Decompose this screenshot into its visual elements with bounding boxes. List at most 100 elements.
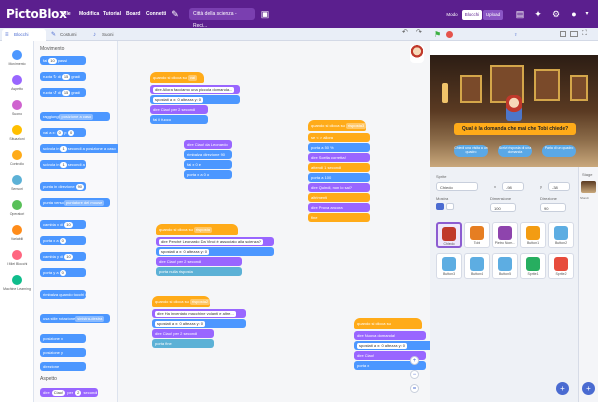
block-text[interactable]: spostati a x: 0 altezza y: 0 [155,321,206,327]
stage-pane[interactable] [578,167,598,402]
script-block-s2-1[interactable]: rimbalza direzione 90 [184,150,232,159]
block-input[interactable]: 15 [61,74,71,80]
script-block-s5-6[interactable]: altrimenti [308,193,370,202]
script-block-s3-0[interactable]: dire Perché Leonardo Da Vinci è associat… [156,237,274,246]
palette-block-14[interactable]: usa stile rotazione sinistra-destra [40,314,110,323]
script-block-s1-3[interactable]: fai il fuoco [150,115,208,124]
answer-option-3[interactable]: Parla di un quadro [542,145,576,157]
palette-block-0[interactable]: fai 10 passi [40,56,86,65]
script-block-s2-2[interactable]: fai x 0 e [184,160,232,169]
lightbulb-icon[interactable]: ✦ [533,9,543,19]
chat-icon[interactable]: ▤ [515,9,525,19]
block-text[interactable]: dire Ha inventato macchine volanti e alt… [155,311,236,317]
palette-block-9[interactable]: cambia x di 10 [40,220,86,229]
menu-edit[interactable]: Modifica [79,11,99,17]
add-backdrop-button[interactable]: + [582,382,595,395]
palette-block-15[interactable]: posizione x [40,334,86,343]
block-input[interactable]: 0 [59,270,66,276]
palette-block-6[interactable]: scivola in1secondi a x: [40,160,86,169]
menu-connect[interactable]: Connetti [146,11,166,17]
account-icon[interactable]: ● [569,9,579,19]
script-block-s2-0[interactable]: dire Ciao! da Leonardo [184,140,232,149]
block-dropdown[interactable]: puntatore del mouse [63,200,105,206]
app-logo[interactable]: PictoBlox [6,7,67,21]
sprite-thumb-2[interactable]: Pietro Nom... [492,222,518,248]
script-block-s3-1[interactable]: spostati a x: 0 altezza y: 0 [156,247,274,256]
gear-icon[interactable]: ⚙ [551,9,561,19]
block-text[interactable]: spostati a x: 0 altezza y: 0 [159,249,210,255]
script-block-s5-3[interactable]: attendi 1 secondi [308,163,370,172]
sprite-thumb-4[interactable]: Button2 [548,222,574,248]
hat-block-s1[interactable]: quando si clicca su vai [150,72,204,83]
category-3[interactable]: Situazioni [0,123,34,147]
hat-dropdown[interactable]: risposta2 [189,299,210,305]
project-title-field[interactable]: Città della scienza - Reci... [189,8,255,29]
sprite-name-input[interactable]: Chiedo [436,182,478,191]
hat-block-s7[interactable]: quando si clicca su [354,318,422,329]
sprite-thumb-8[interactable]: Sprite1 [520,253,546,279]
green-flag-icon[interactable]: ⚑ [434,30,441,39]
script-block-s5-1[interactable]: porta a 50 % [308,143,370,152]
block-text[interactable]: dire Perché Leonardo Da Vinci è associat… [159,239,263,245]
block-input[interactable]: 0 [68,130,75,136]
category-8[interactable]: I Miei Blocchi [0,248,34,272]
script-block-s2-3[interactable]: porta x a 0 o [184,170,232,179]
script-block-s3-3[interactable]: porta nulla risposta [156,267,242,276]
script-block-s5-5[interactable]: dire Quindi, non lo sai? [308,183,370,192]
chevron-down-icon[interactable]: ▾ [582,9,592,19]
block-text[interactable]: spostati a x: 0 altezza y: 0 [153,97,204,103]
script-block-s5-8[interactable]: fine [308,213,370,222]
category-6[interactable]: Operatori [0,198,34,222]
menu-file[interactable]: File [62,11,71,17]
sprite-thumb-7[interactable]: Button5 [492,253,518,279]
block-input[interactable]: 1 [60,146,67,152]
script-block-s4-3[interactable]: porta fine [152,339,214,348]
menu-boards[interactable]: Board [126,11,140,17]
hat-block-s4[interactable]: quando si clicca su risposta2 [152,296,210,307]
menu-tutorials[interactable]: Tutorial [103,11,121,17]
category-9[interactable]: Machine Learning [0,273,34,297]
block-dropdown[interactable]: sinistra-destra [75,316,105,322]
palette-block-17[interactable]: direzione [40,362,86,371]
category-7[interactable]: Variabili [0,223,34,247]
zoom-out-icon[interactable]: − [410,370,419,379]
palette-block-1[interactable]: ruota ↻ di 15 gradi [40,72,86,81]
sprite-thumb-0[interactable]: Chiedo [436,222,462,248]
tab-code[interactable]: ≡ Blocchi [2,29,46,41]
save-icon[interactable]: ▣ [260,9,270,19]
script-block-s3-2[interactable]: dire Ciao! per 2 secondi [156,257,242,266]
zoom-reset-icon[interactable]: = [410,384,419,393]
block-dropdown[interactable]: posizione a caso [59,114,94,120]
palette-block-16[interactable]: posizione y [40,348,86,357]
stop-icon[interactable] [446,31,453,38]
block-input[interactable]: 10 [64,222,73,228]
stage[interactable]: Qual è la domanda che mai che Tobi chied… [430,55,598,167]
script-block-s5-7[interactable]: dire Prova ancora [308,203,370,212]
block-text[interactable]: spostati a x: 0 altezza y: 0 [357,343,408,349]
script-block-s7-0[interactable]: dire Nuova domanda! [354,331,426,340]
undo-icon[interactable]: ↶ [402,28,408,36]
hat-block-s3[interactable]: quando si clicca su risposta [156,224,238,235]
palette-block-13[interactable]: rimbalza quando tocchi il bordo [40,290,86,299]
backdrop-thumbnail[interactable] [581,181,596,193]
normal-stage-icon[interactable] [570,31,578,37]
palette-block-say[interactable]: dire Ciao! per 2 secondi [40,388,98,397]
small-stage-icon[interactable] [560,31,566,37]
sprite-thumb-1[interactable]: Tobi [464,222,490,248]
x-input[interactable]: -98 [502,182,524,191]
script-block-s5-0[interactable]: se < > allora [308,133,370,142]
hat-dropdown[interactable]: risposta [193,227,212,233]
tab-sounds[interactable]: ♪ Suoni [90,29,128,41]
sprite-thumb-6[interactable]: Button4 [464,253,490,279]
block-input[interactable]: 10 [48,58,57,64]
upload-firmware-icon[interactable]: ⇪ [514,32,517,37]
palette-block-10[interactable]: porta x a0 [40,236,86,245]
palette-block-8[interactable]: punta verso puntatore del mouse [40,198,110,207]
palette-block-4[interactable]: vai a x: 0 y: 0 [40,128,86,137]
hide-eye-icon[interactable] [446,203,454,210]
palette-block-5[interactable]: scivola in 1 secondi a posizione a caso [40,144,120,153]
answer-option-1[interactable]: Chiedi una visita a un quadro [454,145,488,157]
script-block-s5-2[interactable]: dire Scelta corretta! [308,153,370,162]
size-input[interactable]: 100 [490,203,516,212]
script-block-s5-4[interactable]: porta a 100 [308,173,370,182]
